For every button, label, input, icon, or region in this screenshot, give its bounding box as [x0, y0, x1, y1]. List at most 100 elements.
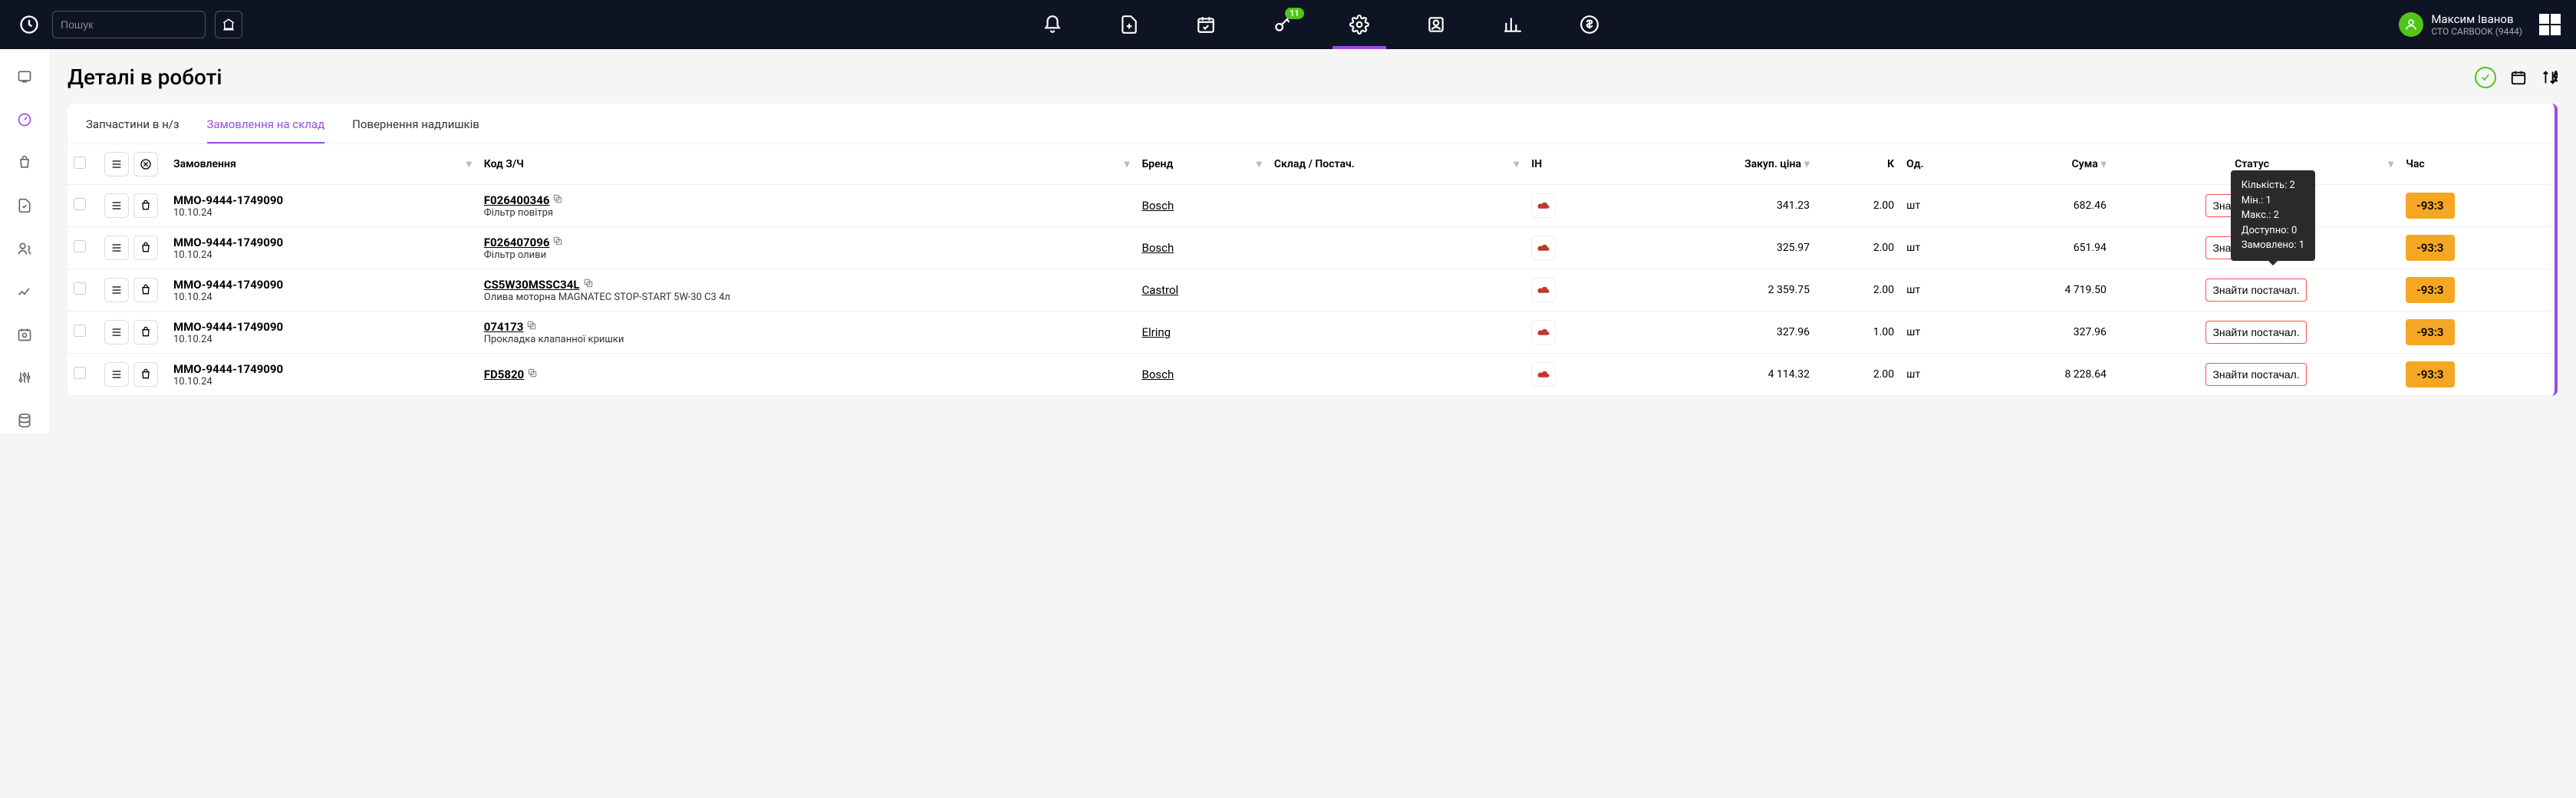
row-menu-button[interactable]: [104, 278, 129, 302]
find-supplier-button[interactable]: Знайти постачал.: [2205, 363, 2306, 386]
find-supplier-button[interactable]: Знайти постачал.: [2205, 279, 2306, 302]
row-menu-button[interactable]: [104, 236, 129, 260]
row-cart-button[interactable]: [133, 362, 158, 387]
global-search[interactable]: [52, 11, 206, 38]
qty-tooltip: Кількість: 2Мін.: 1Макс.: 2Доступно: 0За…: [2231, 170, 2315, 261]
row-checkbox[interactable]: [74, 240, 86, 252]
row-checkbox[interactable]: [74, 198, 86, 210]
tooltip-line: Замовлено: 1: [2242, 238, 2304, 253]
order-id: MMO-9444-1749090: [173, 362, 472, 376]
price-cell: 325.97: [1619, 227, 1816, 269]
part-code-link[interactable]: 074173: [484, 320, 524, 334]
side-item-database[interactable]: [12, 408, 37, 433]
app-logo[interactable]: [15, 11, 43, 38]
brand-link[interactable]: Bosch: [1141, 199, 1174, 213]
cloud-status-icon[interactable]: [1531, 236, 1556, 260]
nav-calendar-check[interactable]: [1191, 9, 1221, 40]
row-cart-button[interactable]: [133, 236, 158, 260]
user-block[interactable]: Максим Іванов СТО CARBOOK (9444): [2399, 12, 2561, 37]
filter-icon[interactable]: ▾: [2388, 158, 2393, 170]
sort-button[interactable]: AZ: [2541, 69, 2558, 86]
qty-cell: 2.00: [1816, 185, 1900, 227]
qty-cell: 2.00: [1816, 269, 1900, 312]
tab-1[interactable]: Замовлення на склад: [207, 117, 325, 143]
time-badge: -93:3: [2406, 235, 2454, 261]
filter-icon[interactable]: ▾: [1804, 158, 1810, 170]
nav-contacts[interactable]: [1421, 9, 1451, 40]
copy-icon[interactable]: [552, 237, 563, 249]
select-all-checkbox[interactable]: [74, 157, 86, 169]
filter-icon[interactable]: ▾: [466, 158, 472, 170]
side-item-people[interactable]: [12, 236, 37, 261]
tooltip-line: Доступно: 0: [2242, 223, 2304, 239]
side-item-orders[interactable]: [12, 150, 37, 175]
brand-link[interactable]: Castrol: [1141, 283, 1178, 297]
table-row: MMO-9444-1749090 10.10.24 F026407096 Філ…: [68, 227, 2555, 269]
user-avatar: [2399, 12, 2423, 37]
nav-new-document[interactable]: [1114, 9, 1145, 40]
unit-cell: шт: [1900, 312, 1975, 354]
part-code-link[interactable]: CS5W30MSSC34L: [484, 278, 580, 292]
tab-2[interactable]: Повернення надлишків: [352, 117, 479, 143]
part-code-link[interactable]: F026400346: [484, 193, 550, 207]
confirm-button[interactable]: [2475, 67, 2496, 88]
cloud-status-icon[interactable]: [1531, 278, 1556, 302]
qty-cell: 2.00: [1816, 227, 1900, 269]
col-code: Код З/Ч▾: [478, 144, 1136, 185]
copy-icon[interactable]: [527, 369, 538, 381]
side-item-calendar[interactable]: [12, 322, 37, 347]
row-menu-button[interactable]: [104, 362, 129, 387]
filter-icon[interactable]: ▾: [2101, 158, 2107, 170]
nav-notifications[interactable]: [1037, 9, 1068, 40]
tab-0[interactable]: Запчастини в н/з: [86, 117, 180, 143]
nav-payments[interactable]: [1574, 9, 1605, 40]
side-item-gauge[interactable]: [12, 107, 37, 132]
brand-link[interactable]: Bosch: [1141, 241, 1174, 255]
cloud-status-icon[interactable]: [1531, 362, 1556, 387]
row-checkbox[interactable]: [74, 325, 86, 337]
price-cell: 327.96: [1619, 312, 1816, 354]
brand-link[interactable]: Elring: [1141, 325, 1171, 339]
row-checkbox[interactable]: [74, 282, 86, 295]
part-code-link[interactable]: FD5820: [484, 368, 524, 381]
side-item-dashboard[interactable]: [12, 64, 37, 89]
side-item-sliders[interactable]: [12, 365, 37, 390]
header-menu-button[interactable]: [104, 152, 129, 176]
copy-icon[interactable]: [552, 195, 563, 207]
filter-icon[interactable]: ▾: [1514, 158, 1519, 170]
row-menu-button[interactable]: [104, 193, 129, 218]
part-code-link[interactable]: F026407096: [484, 236, 550, 249]
row-menu-button[interactable]: [104, 320, 129, 345]
search-input[interactable]: [61, 18, 199, 31]
cloud-status-icon[interactable]: [1531, 193, 1556, 218]
row-checkbox[interactable]: [74, 367, 86, 379]
svg-text:Z: Z: [2554, 75, 2558, 82]
filter-icon[interactable]: ▾: [1124, 158, 1129, 170]
nav-settings[interactable]: [1344, 9, 1375, 40]
side-item-documents[interactable]: [12, 193, 37, 218]
header-cancel-button[interactable]: [133, 152, 158, 176]
row-cart-button[interactable]: [133, 278, 158, 302]
nav-reports[interactable]: [1497, 9, 1528, 40]
row-cart-button[interactable]: [133, 193, 158, 218]
row-cart-button[interactable]: [133, 320, 158, 345]
bank-button[interactable]: [215, 11, 242, 38]
copy-icon[interactable]: [583, 279, 594, 292]
order-id: MMO-9444-1749090: [173, 320, 472, 334]
apps-grid-icon[interactable]: [2539, 14, 2561, 35]
copy-icon[interactable]: [526, 322, 537, 334]
time-badge: -93:3: [2406, 193, 2454, 219]
sum-cell: 8 228.64: [1975, 354, 2113, 396]
col-unit: Од.: [1900, 144, 1975, 185]
side-item-analytics[interactable]: [12, 279, 37, 304]
brand-link[interactable]: Bosch: [1141, 368, 1174, 381]
cloud-status-icon[interactable]: [1531, 320, 1556, 345]
table-row: MMO-9444-1749090 10.10.24 F026400346 Філ…: [68, 185, 2555, 227]
part-description: Фільтр оливи: [484, 249, 1130, 261]
find-supplier-button[interactable]: Знайти постачал.: [2205, 321, 2306, 344]
tooltip-line: Кількість: 2: [2242, 178, 2304, 193]
calendar-button[interactable]: [2510, 69, 2527, 86]
table-row: MMO-9444-1749090 10.10.24 FD5820 Bosch 4…: [68, 354, 2555, 396]
filter-icon[interactable]: ▾: [1257, 158, 1262, 170]
nav-key[interactable]: 11: [1267, 9, 1298, 40]
